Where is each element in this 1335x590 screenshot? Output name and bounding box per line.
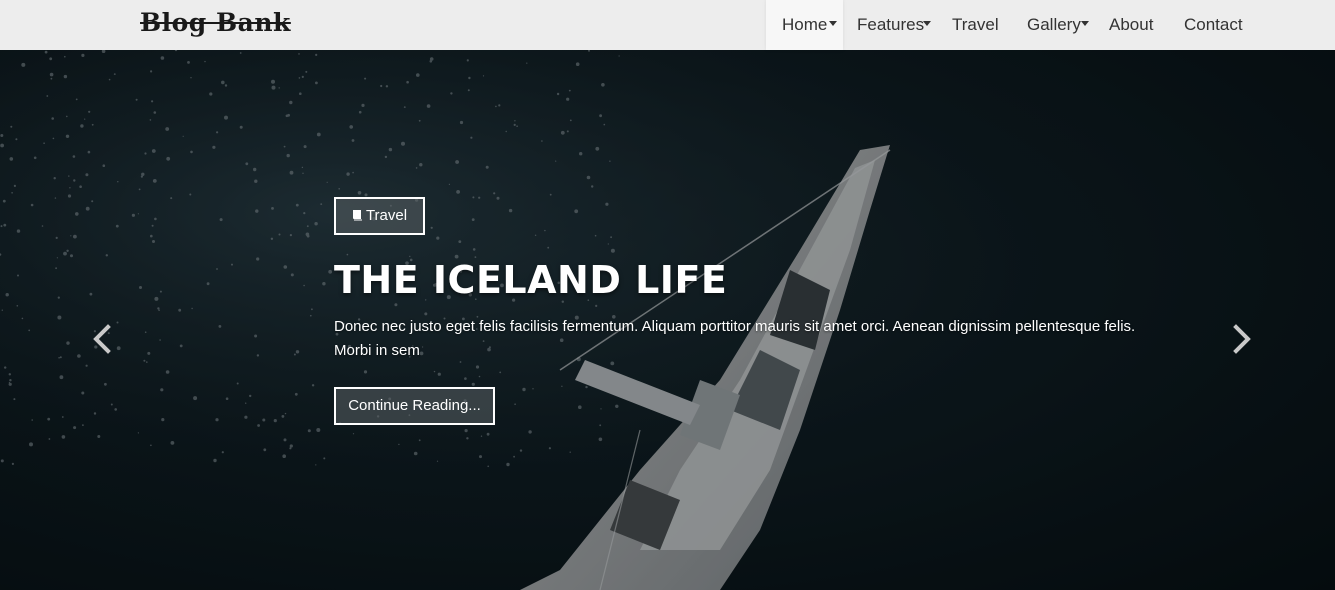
nav-gallery-label: Gallery — [1027, 15, 1081, 34]
category-tag-button[interactable]: Travel — [334, 197, 425, 235]
category-label: Travel — [365, 207, 408, 224]
hero-description: Donec nec justo eget felis facilisis fer… — [334, 318, 1136, 359]
brand-logo[interactable]: Blog Bank — [140, 8, 291, 37]
continue-reading-button[interactable]: Continue Reading... — [334, 387, 495, 425]
top-navbar: Blog Bank Home Features Travel Gallery A… — [0, 0, 1335, 50]
book-icon — [352, 210, 362, 221]
chevron-right-icon[interactable] — [1230, 324, 1254, 354]
nav-travel[interactable]: Travel — [952, 0, 1002, 50]
nav-home[interactable]: Home — [766, 0, 843, 50]
hero-carousel: Travel THE ICELAND LIFE Donec nec justo … — [0, 50, 1335, 590]
nav-contact[interactable]: Contact — [1184, 0, 1246, 50]
nav-features[interactable]: Features — [857, 0, 937, 50]
caret-down-icon — [1081, 21, 1089, 26]
nav-features-label: Features — [857, 15, 925, 34]
nav-home-label: Home — [782, 15, 828, 34]
nav-contact-label: Contact — [1184, 15, 1243, 34]
caret-down-icon — [829, 21, 837, 26]
nav-gallery[interactable]: Gallery — [1027, 0, 1091, 50]
nav-about[interactable]: About — [1109, 0, 1159, 50]
caret-down-icon — [923, 21, 931, 26]
nav-travel-label: Travel — [952, 15, 999, 34]
hero-title: THE ICELAND LIFE — [334, 258, 728, 302]
nav-about-label: About — [1109, 15, 1154, 34]
chevron-left-icon[interactable] — [90, 324, 114, 354]
